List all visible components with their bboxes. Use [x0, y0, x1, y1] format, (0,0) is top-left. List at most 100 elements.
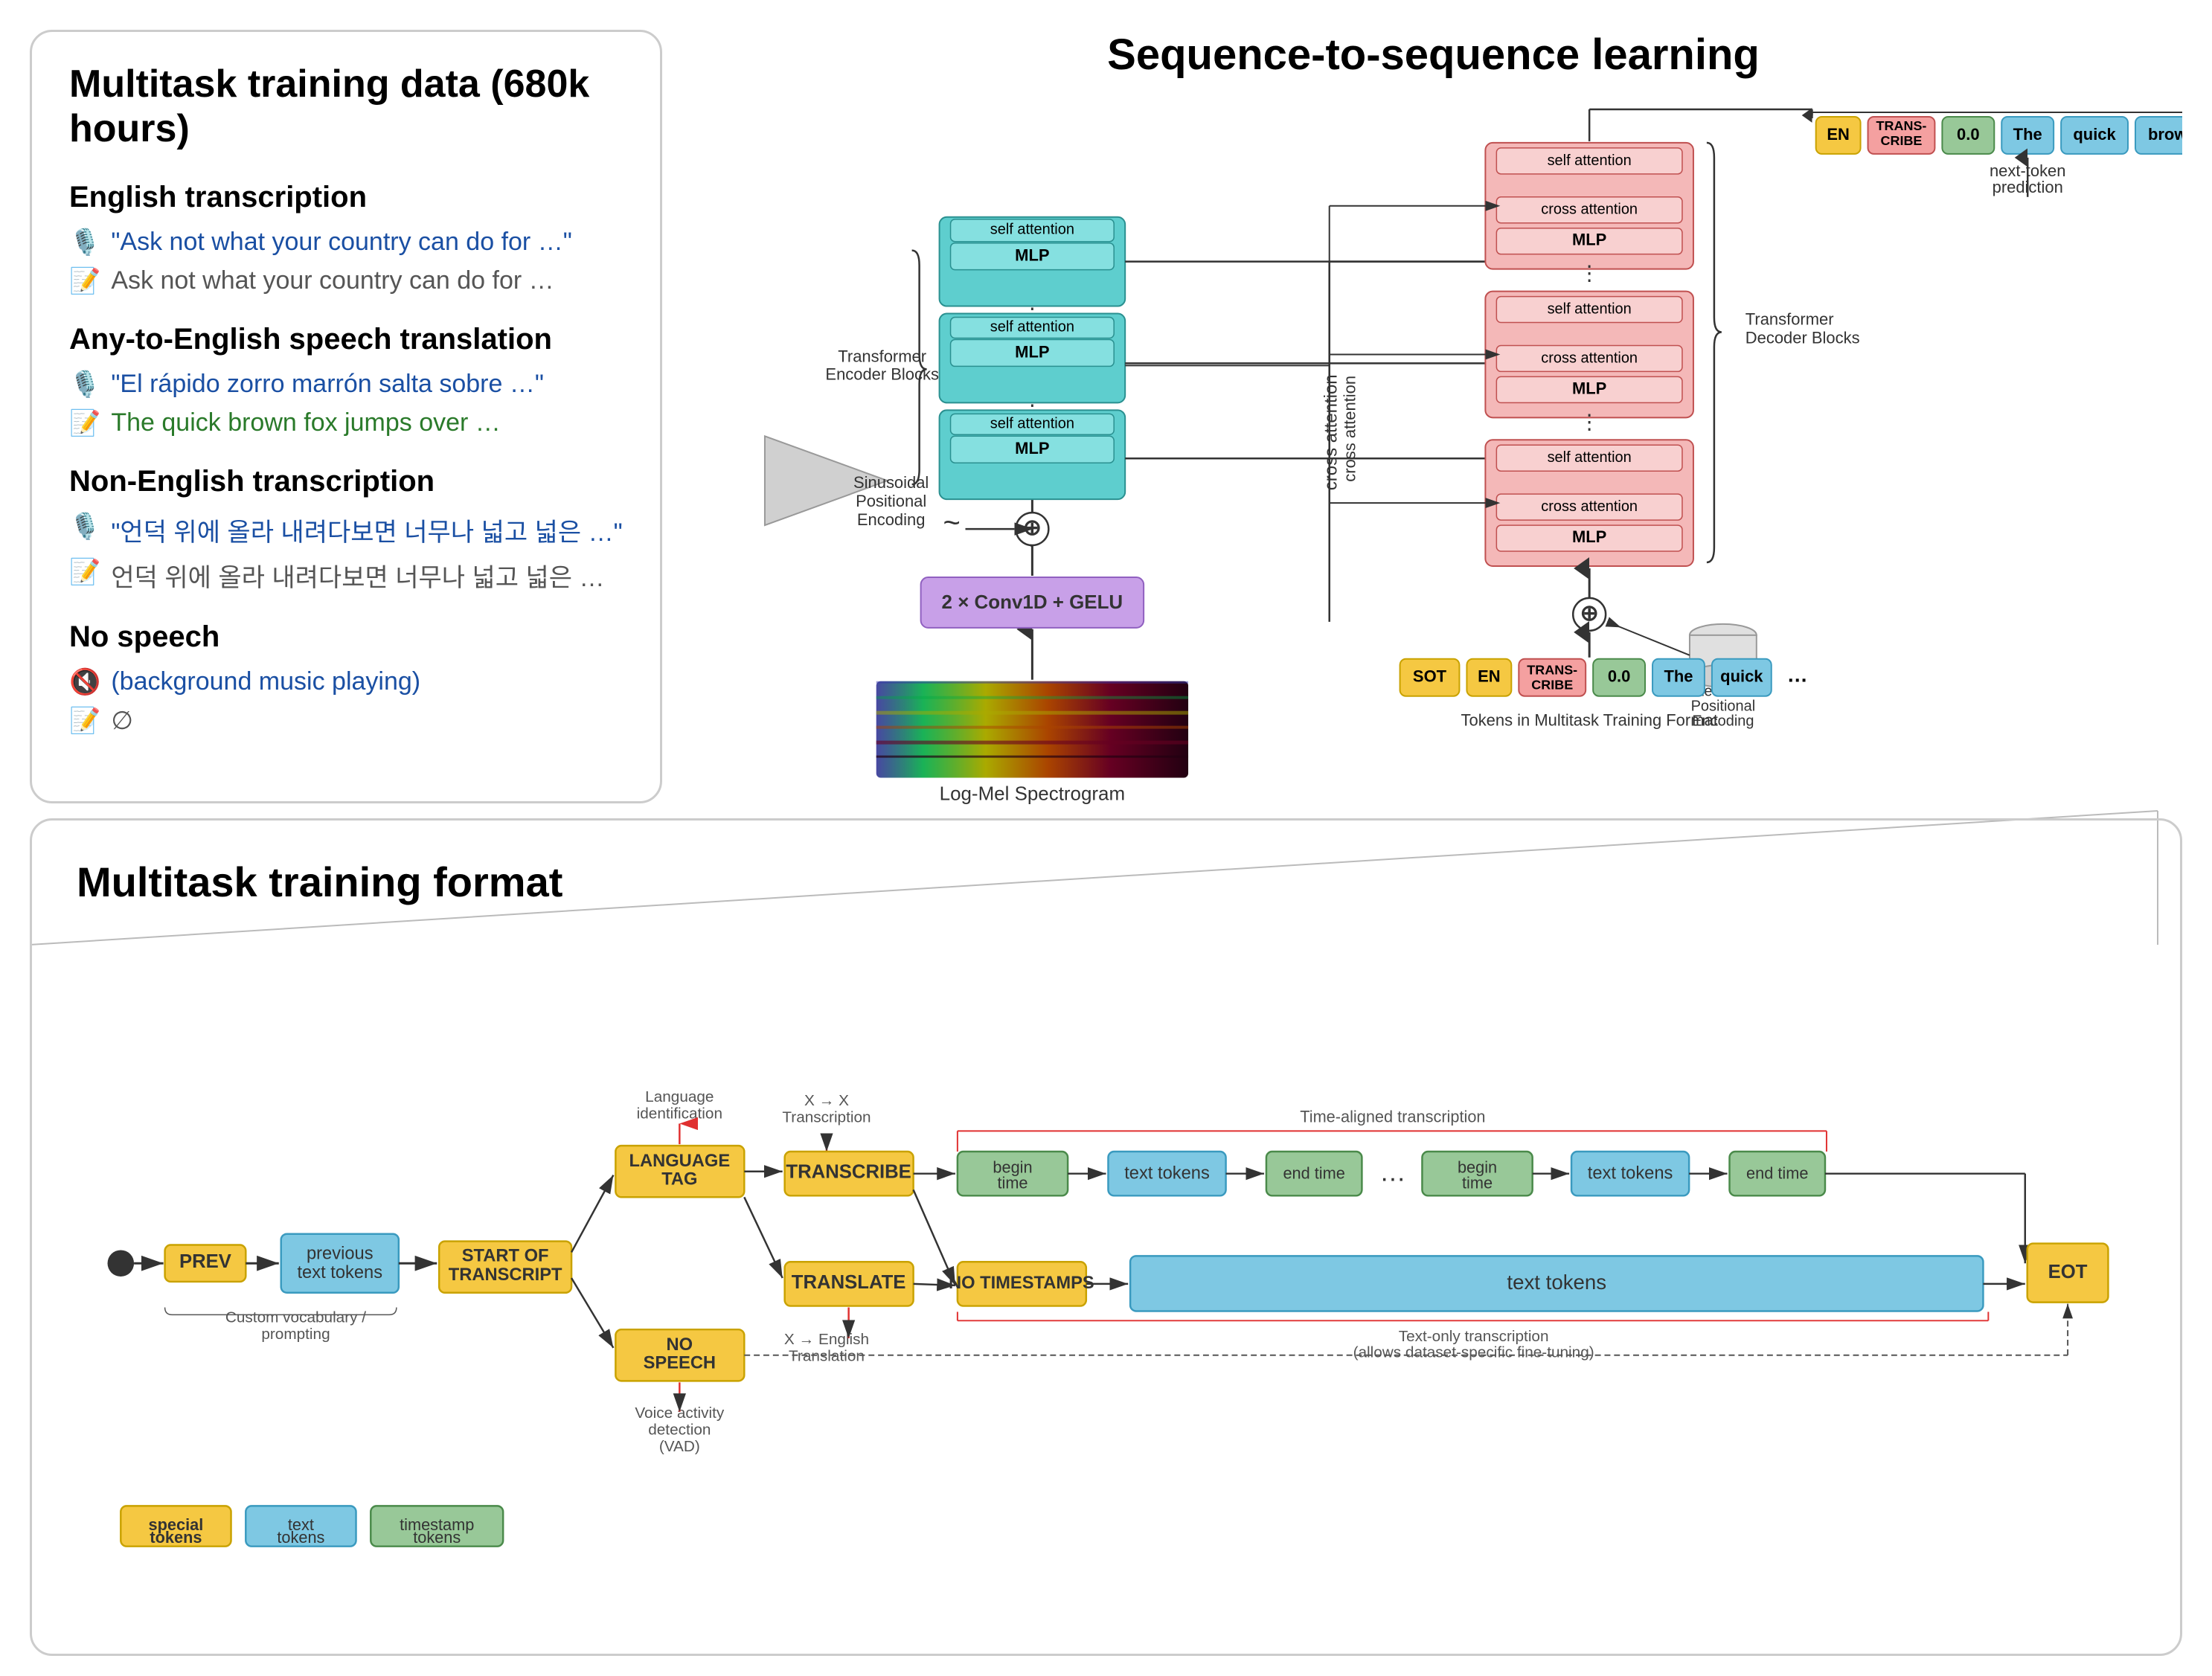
left-title: Multitask training data (680k hours): [69, 62, 623, 151]
svg-text:Text-only transcription: Text-only transcription: [1399, 1328, 1549, 1345]
svg-text:time: time: [997, 1173, 1028, 1192]
svg-text:START OF: START OF: [462, 1246, 549, 1265]
svg-text:NO: NO: [667, 1335, 693, 1355]
svg-text:MLP: MLP: [1572, 527, 1606, 546]
svg-text:MLP: MLP: [1572, 379, 1606, 397]
flow-svg: PREV previous text tokens Custom vocabul…: [77, 943, 2135, 1613]
korean-transcript-text: 언덕 위에 올라 내려다보면 너무나 넓고 넓은 …: [111, 557, 604, 594]
svg-text:quick: quick: [2073, 125, 2116, 144]
no-speech-text: ∅: [111, 706, 133, 736]
svg-text:brown: brown: [2148, 125, 2182, 144]
no-speech-section: No speech 🔇 (background music playing) 📝…: [69, 620, 623, 736]
non-english-section: Non-English transcription 🎙️ "언덕 위에 올라 내…: [69, 465, 623, 594]
svg-text:(VAD): (VAD): [659, 1438, 700, 1455]
spectrogram-visual: [876, 681, 1188, 778]
svg-text:Transformer: Transformer: [1745, 310, 1834, 329]
svg-text:self attention: self attention: [1548, 301, 1632, 318]
mic-icon-3: 🎙️: [69, 512, 100, 542]
svg-text:TAG: TAG: [661, 1169, 697, 1189]
svg-text:time: time: [1462, 1173, 1493, 1192]
svg-text:TRANSLATE: TRANSLATE: [792, 1272, 906, 1293]
english-transcript-text: Ask not what your country can do for …: [111, 266, 554, 295]
svg-text:TRANS-: TRANS-: [1527, 663, 1577, 678]
list-item: 📝 언덕 위에 올라 내려다보면 너무나 넓고 넓은 …: [69, 557, 623, 594]
svg-text:tokens: tokens: [150, 1528, 202, 1547]
korean-audio-text: "언덕 위에 올라 내려다보면 너무나 넓고 넓은 …": [111, 512, 622, 548]
svg-text:…: …: [1379, 1158, 1406, 1187]
any-to-english-heading: Any-to-English speech translation: [69, 323, 623, 356]
svg-text:prompting: prompting: [261, 1326, 330, 1343]
list-item: 📝 ∅: [69, 706, 623, 736]
mic-icon: 🎙️: [69, 228, 100, 257]
svg-text:⊕: ⊕: [1580, 601, 1599, 626]
svg-text:LANGUAGE: LANGUAGE: [629, 1152, 731, 1171]
bottom-title: Multitask training format: [77, 858, 2135, 906]
svg-text:self attention: self attention: [990, 222, 1074, 238]
svg-text:text tokens: text tokens: [297, 1263, 382, 1282]
bottom-multitask-format: Multitask training format PREV previous …: [30, 818, 2182, 1656]
conv-label: 2 × Conv1D + GELU: [942, 592, 1123, 613]
any-to-english-section: Any-to-English speech translation 🎙️ "El…: [69, 323, 623, 438]
svg-text:0.0: 0.0: [1608, 667, 1631, 686]
svg-text:text tokens: text tokens: [1124, 1164, 1210, 1184]
svg-text:CRIBE: CRIBE: [1531, 678, 1573, 693]
list-item: 📝 Ask not what your country can do for …: [69, 266, 623, 296]
svg-text:(allows dataset-specific fine-: (allows dataset-specific fine-tuning): [1353, 1344, 1594, 1361]
svg-text:MLP: MLP: [1015, 439, 1049, 457]
list-item: 🎙️ "El rápido zorro marrón salta sobre ……: [69, 370, 623, 399]
svg-text:quick: quick: [1720, 667, 1763, 686]
left-training-data-box: Multitask training data (680k hours) Eng…: [30, 30, 662, 803]
tokens-label: Tokens in Multitask Training Format: [1461, 711, 1718, 730]
pencil-icon-3: 📝: [69, 557, 100, 587]
svg-text:⋮: ⋮: [1579, 262, 1600, 285]
svg-text:Translation: Translation: [789, 1348, 865, 1365]
svg-text:text tokens: text tokens: [1507, 1271, 1606, 1294]
svg-text:Language: Language: [645, 1088, 714, 1105]
english-audio-text: "Ask not what your country can do for …": [111, 228, 571, 257]
list-item: 🎙️ "언덕 위에 올라 내려다보면 너무나 넓고 넓은 …": [69, 512, 623, 548]
english-transcription-heading: English transcription: [69, 181, 623, 214]
sinusoidal-label3: Encoding: [857, 510, 926, 529]
svg-text:Custom vocabulary /: Custom vocabulary /: [225, 1309, 366, 1326]
pencil-icon-4: 📝: [69, 706, 100, 736]
svg-text:tokens: tokens: [413, 1528, 461, 1547]
svg-text:end time: end time: [1746, 1164, 1808, 1183]
svg-text:X → X: X → X: [804, 1092, 849, 1109]
svg-text:EN: EN: [1827, 125, 1850, 144]
svg-text:X → English: X → English: [784, 1331, 869, 1348]
svg-text:CRIBE: CRIBE: [1881, 133, 1923, 148]
start-dot: [108, 1250, 135, 1277]
svg-text:tokens: tokens: [277, 1528, 324, 1547]
non-english-heading: Non-English transcription: [69, 465, 623, 498]
seq-svg: Log-Mel Spectrogram 2 × Conv1D + GELU ⊕ …: [685, 102, 2182, 844]
svg-text:TRANS-: TRANS-: [1876, 118, 1927, 133]
cross-attention-label: cross attention: [1321, 374, 1341, 490]
svg-text:EOT: EOT: [2048, 1262, 2088, 1282]
svg-text:NO TIMESTAMPS: NO TIMESTAMPS: [949, 1274, 1094, 1293]
english-transcription-section: English transcription 🎙️ "Ask not what y…: [69, 181, 623, 296]
english-translation-text: The quick brown fox jumps over …: [111, 408, 500, 437]
svg-text:MLP: MLP: [1015, 342, 1049, 361]
list-item: 🎙️ "Ask not what your country can do for…: [69, 228, 623, 257]
prev-label: PREV: [179, 1251, 231, 1272]
list-item: 📝 The quick brown fox jumps over …: [69, 408, 623, 438]
svg-text:Time-aligned transcription: Time-aligned transcription: [1300, 1107, 1485, 1126]
svg-text:self attention: self attention: [1548, 152, 1632, 169]
svg-text:text tokens: text tokens: [1588, 1164, 1673, 1184]
sinusoidal-label: Sinusoidal: [853, 473, 929, 492]
svg-text:self attention: self attention: [990, 415, 1074, 431]
svg-text:0.0: 0.0: [1957, 125, 1980, 144]
svg-text:cross attention: cross attention: [1341, 376, 1359, 482]
svg-text:…: …: [1787, 664, 1808, 687]
svg-text:cross attention: cross attention: [1541, 202, 1638, 218]
no-speech-audio-text: (background music playing): [111, 667, 420, 696]
svg-text:end time: end time: [1283, 1164, 1344, 1183]
mic-icon-2: 🎙️: [69, 370, 100, 399]
sinusoidal-label2: Positional: [856, 492, 926, 510]
svg-text:detection: detection: [648, 1421, 711, 1438]
svg-text:MLP: MLP: [1015, 246, 1049, 265]
svg-text:TRANSCRIPT: TRANSCRIPT: [449, 1265, 562, 1285]
svg-text:SPEECH: SPEECH: [644, 1354, 716, 1373]
svg-text:self attention: self attention: [990, 319, 1074, 335]
pencil-icon: 📝: [69, 266, 100, 296]
